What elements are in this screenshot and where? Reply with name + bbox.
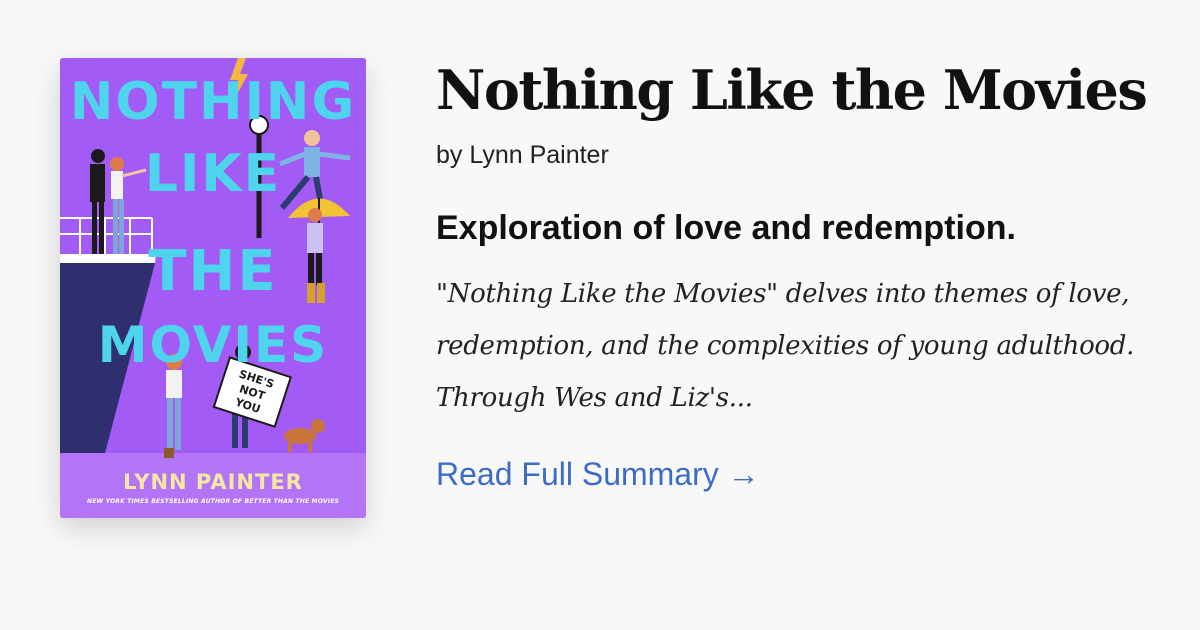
cover-title-line-1: NOTHING — [69, 72, 357, 132]
book-summary: "Nothing Like the Movies" delves into th… — [436, 279, 1135, 413]
cover-tagline: NEW YORK TIMES BESTSELLING AUTHOR OF BET… — [86, 498, 340, 505]
read-full-summary-link[interactable]: Read Full Summary → — [436, 454, 760, 494]
book-title: Nothing Like the Movies — [436, 58, 1148, 122]
book-tagline: Exploration of love and redemption. — [436, 209, 1016, 247]
book-byline: by Lynn Painter — [436, 141, 609, 169]
cover-title-line-2: LIKE — [144, 144, 282, 204]
cover-title-line-3: THE — [148, 239, 278, 304]
cover-title-line-4: MOVIES — [97, 316, 329, 374]
book-cover[interactable]: SHE'S NOT YOU NOTHING LIKE THE MOVIES LY… — [60, 58, 366, 518]
book-info: Nothing Like the Movies by Lynn Painter … — [436, 50, 1156, 494]
cover-author: LYNN PAINTER — [123, 470, 303, 494]
